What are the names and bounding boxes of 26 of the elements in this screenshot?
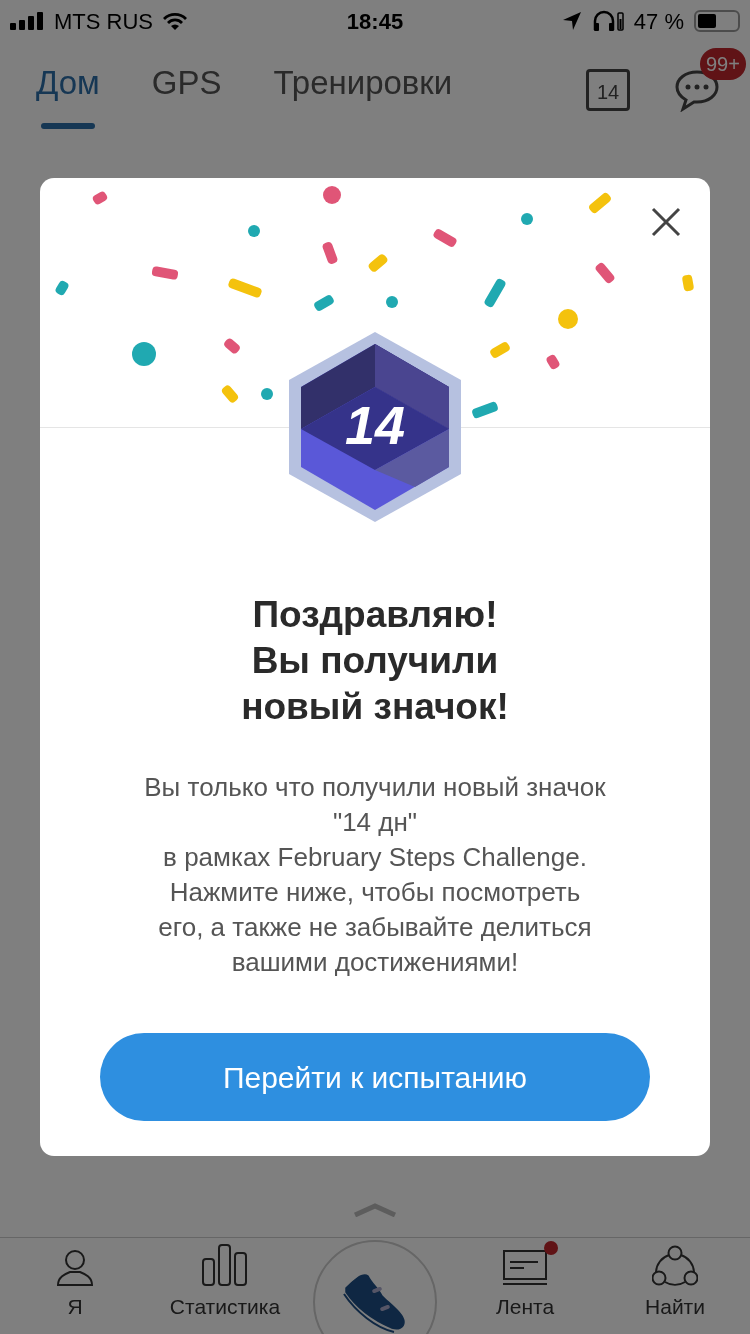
calendar-button[interactable]: 14	[586, 68, 630, 111]
tab[interactable]: GPS	[151, 49, 222, 130]
dialog-title: Поздравляю! Вы получили новый значок!	[241, 593, 509, 729]
nav-tab[interactable]: Найти	[600, 1238, 750, 1334]
count-badge: 99+	[700, 47, 746, 80]
badge-number: 14	[344, 393, 406, 457]
battery-icon	[694, 10, 740, 32]
nav-tab[interactable]: Лента	[450, 1238, 600, 1334]
tab[interactable]: Дом	[36, 49, 100, 130]
tab[interactable]: Тренировки	[273, 49, 453, 130]
close-icon	[650, 206, 682, 238]
clock: 18:45	[346, 7, 404, 36]
challenge-button[interactable]: Перейти к испытанию	[100, 1033, 650, 1121]
network-icon	[652, 1244, 698, 1287]
battery-percent: 47 %	[633, 7, 684, 36]
close-button[interactable]	[650, 206, 682, 238]
carrier-name: MTS RUS	[54, 7, 153, 36]
signal-icon	[10, 12, 46, 30]
bar-chart-icon	[201, 1242, 249, 1287]
nav-tab[interactable]: Статистика	[150, 1238, 300, 1334]
newspaper-icon	[502, 1248, 548, 1287]
location-icon	[561, 11, 582, 31]
wifi-icon	[161, 11, 189, 31]
dialog-message: Вы только что получили новый значок "14 дн" в рамках February Steps Challenge. Нажмите ниже, чтобы посмотреть его, а также не забывайте делиться вашими достижениями!	[144, 771, 606, 979]
headphones-icon	[591, 10, 624, 32]
nav-tab[interactable]: Я	[0, 1238, 150, 1334]
